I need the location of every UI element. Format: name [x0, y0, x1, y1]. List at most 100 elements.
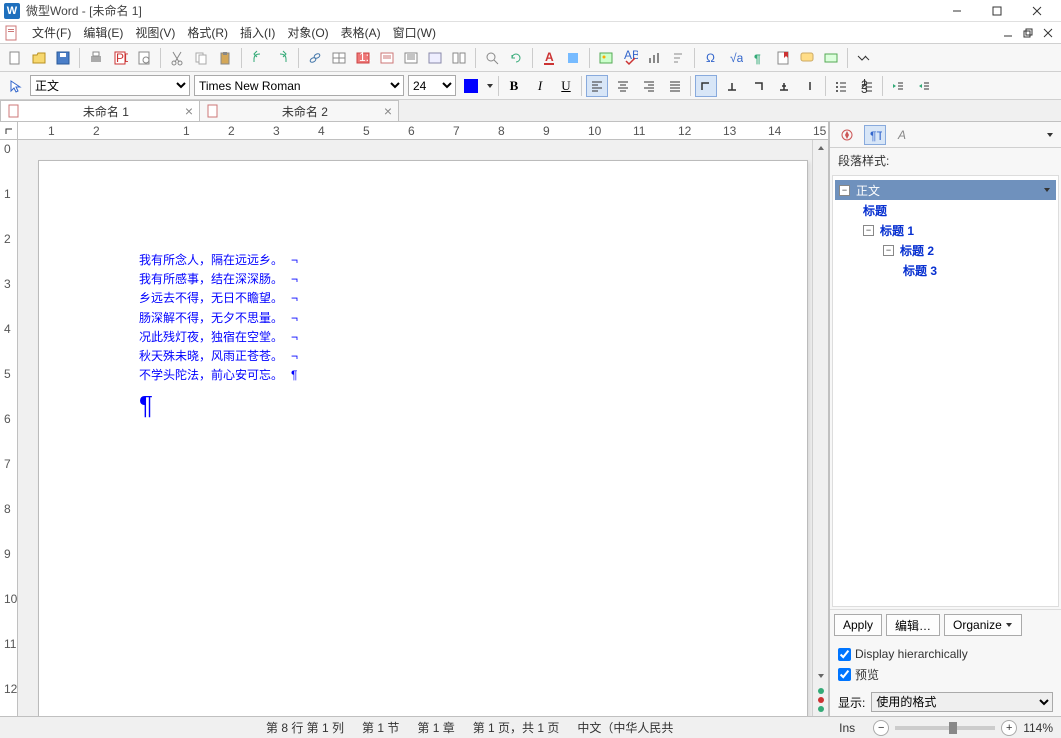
tree-root[interactable]: − 正文 [835, 180, 1056, 200]
font-color-button[interactable]: A [538, 47, 560, 69]
ruler-corner[interactable] [0, 122, 18, 140]
tree-toggle-icon[interactable]: − [863, 225, 874, 236]
overflow-button[interactable] [853, 47, 875, 69]
indent-button[interactable] [913, 75, 935, 97]
panel-menu-icon[interactable] [1045, 130, 1055, 140]
chart-button[interactable] [643, 47, 665, 69]
align-justify-button[interactable] [664, 75, 686, 97]
tree-item[interactable]: −标题 2 [835, 240, 1056, 260]
maximize-button[interactable] [977, 0, 1017, 22]
bookmark-button[interactable] [772, 47, 794, 69]
comment-button[interactable] [796, 47, 818, 69]
symbol-button[interactable]: Ω [700, 47, 722, 69]
tree-toggle-icon[interactable]: − [883, 245, 894, 256]
tree-item[interactable]: 标题 [835, 200, 1056, 220]
view4-button[interactable] [448, 47, 470, 69]
dropdown-arrow-icon[interactable] [1042, 185, 1052, 195]
preview-checkbox[interactable]: 预览 [838, 664, 1053, 684]
status-language[interactable]: 中文（中华人民共 [577, 719, 673, 736]
view2-button[interactable] [400, 47, 422, 69]
pdf-button[interactable]: PDF [109, 47, 131, 69]
refresh-button[interactable] [505, 47, 527, 69]
status-insert-mode[interactable]: Ins [839, 721, 855, 735]
cursor-button[interactable] [4, 75, 26, 97]
tree-toggle-icon[interactable]: − [839, 185, 850, 196]
show-select[interactable]: 使用的格式 [871, 692, 1053, 712]
highlight-button[interactable] [562, 47, 584, 69]
menu-view[interactable]: 视图(V) [129, 22, 181, 43]
document-page[interactable]: 我有所念人，隔在远远乡。¬我有所感事，结在深深肠。¬乡远去不得，无日不瞻望。¬肠… [38, 160, 808, 716]
tab-stop2-button[interactable] [747, 75, 769, 97]
zoom-button[interactable] [481, 47, 503, 69]
menu-window[interactable]: 窗口(W) [387, 22, 442, 43]
font-select[interactable]: Times New Roman [194, 75, 404, 96]
image-button[interactable] [595, 47, 617, 69]
menu-format[interactable]: 格式(R) [181, 22, 234, 43]
view1-button[interactable] [376, 47, 398, 69]
menu-file[interactable]: 文件(F) [26, 22, 77, 43]
pilcrow-button[interactable]: ¶ [748, 47, 770, 69]
document-text[interactable]: 我有所念人，隔在远远乡。¬我有所感事，结在深深肠。¬乡远去不得，无日不瞻望。¬肠… [139, 251, 807, 427]
menu-insert[interactable]: 插入(I) [234, 22, 281, 43]
menu-edit[interactable]: 编辑(E) [77, 22, 129, 43]
new-button[interactable] [4, 47, 26, 69]
tree-item[interactable]: −标题 1 [835, 220, 1056, 240]
organize-dropdown[interactable]: Organize [944, 614, 1022, 636]
scroll-down-icon[interactable] [813, 668, 828, 684]
page-container[interactable]: 我有所念人，隔在远远乡。¬我有所感事，结在深深肠。¬乡远去不得，无日不瞻望。¬肠… [18, 140, 812, 716]
panel-tab-paragraph[interactable]: ¶T [864, 125, 886, 145]
sort-button[interactable] [667, 47, 689, 69]
spellcheck-button[interactable]: ABC [619, 47, 641, 69]
dropdown-arrow-icon[interactable] [486, 82, 494, 90]
ratio-button[interactable]: 1:1 [352, 47, 374, 69]
scroll-up-icon[interactable] [813, 140, 828, 156]
tab-doc2[interactable]: 未命名 2 × [199, 100, 399, 121]
paste-button[interactable] [214, 47, 236, 69]
tab-close-icon[interactable]: × [185, 103, 193, 119]
tab-close-icon[interactable]: × [384, 103, 392, 119]
font-size-select[interactable]: 24 [408, 75, 456, 96]
font-color-picker[interactable] [460, 75, 482, 97]
mdi-close[interactable] [1039, 24, 1057, 42]
style-tree[interactable]: − 正文 标题 −标题 1 −标题 2 标题 3 [832, 175, 1059, 607]
underline-button[interactable]: U [555, 75, 577, 97]
view3-button[interactable] [424, 47, 446, 69]
bullet-list-button[interactable] [830, 75, 852, 97]
print-button[interactable] [85, 47, 107, 69]
menu-table[interactable]: 表格(A) [335, 22, 387, 43]
italic-button[interactable]: I [529, 75, 551, 97]
bold-button[interactable]: B [503, 75, 525, 97]
outdent-button[interactable] [887, 75, 909, 97]
redo-button[interactable] [271, 47, 293, 69]
tab-stop4-button[interactable] [799, 75, 821, 97]
display-hierarchically-checkbox[interactable]: Display hierarchically [838, 644, 1053, 664]
zoom-value[interactable]: 114% [1023, 721, 1053, 735]
horizontal-ruler[interactable]: 12123456789101112131415 [18, 122, 828, 140]
table-button[interactable] [328, 47, 350, 69]
tab-doc1[interactable]: 未命名 1 × [0, 100, 200, 121]
vertical-ruler[interactable]: 0123456789101112 [0, 140, 18, 716]
align-center-button[interactable] [612, 75, 634, 97]
tree-item[interactable]: 标题 3 [835, 260, 1056, 280]
edit-button[interactable]: 编辑… [886, 614, 940, 636]
panel-tab-gallery[interactable]: A [892, 125, 914, 145]
close-button[interactable] [1017, 0, 1057, 22]
mdi-restore[interactable] [1019, 24, 1037, 42]
vertical-scrollbar[interactable] [812, 140, 828, 716]
open-button[interactable] [28, 47, 50, 69]
nav-dots[interactable] [813, 684, 828, 716]
zoom-slider[interactable] [895, 726, 995, 730]
cut-button[interactable] [166, 47, 188, 69]
field-button[interactable] [820, 47, 842, 69]
tab-left-button[interactable] [695, 75, 717, 97]
zoom-in-button[interactable]: + [1001, 720, 1017, 736]
mdi-minimize[interactable] [999, 24, 1017, 42]
minimize-button[interactable] [937, 0, 977, 22]
menu-object[interactable]: 对象(O) [281, 22, 334, 43]
zoom-out-button[interactable]: − [873, 720, 889, 736]
panel-tab-compass[interactable] [836, 125, 858, 145]
preview-button[interactable] [133, 47, 155, 69]
align-right-button[interactable] [638, 75, 660, 97]
tab-stop3-button[interactable] [773, 75, 795, 97]
link-button[interactable] [304, 47, 326, 69]
